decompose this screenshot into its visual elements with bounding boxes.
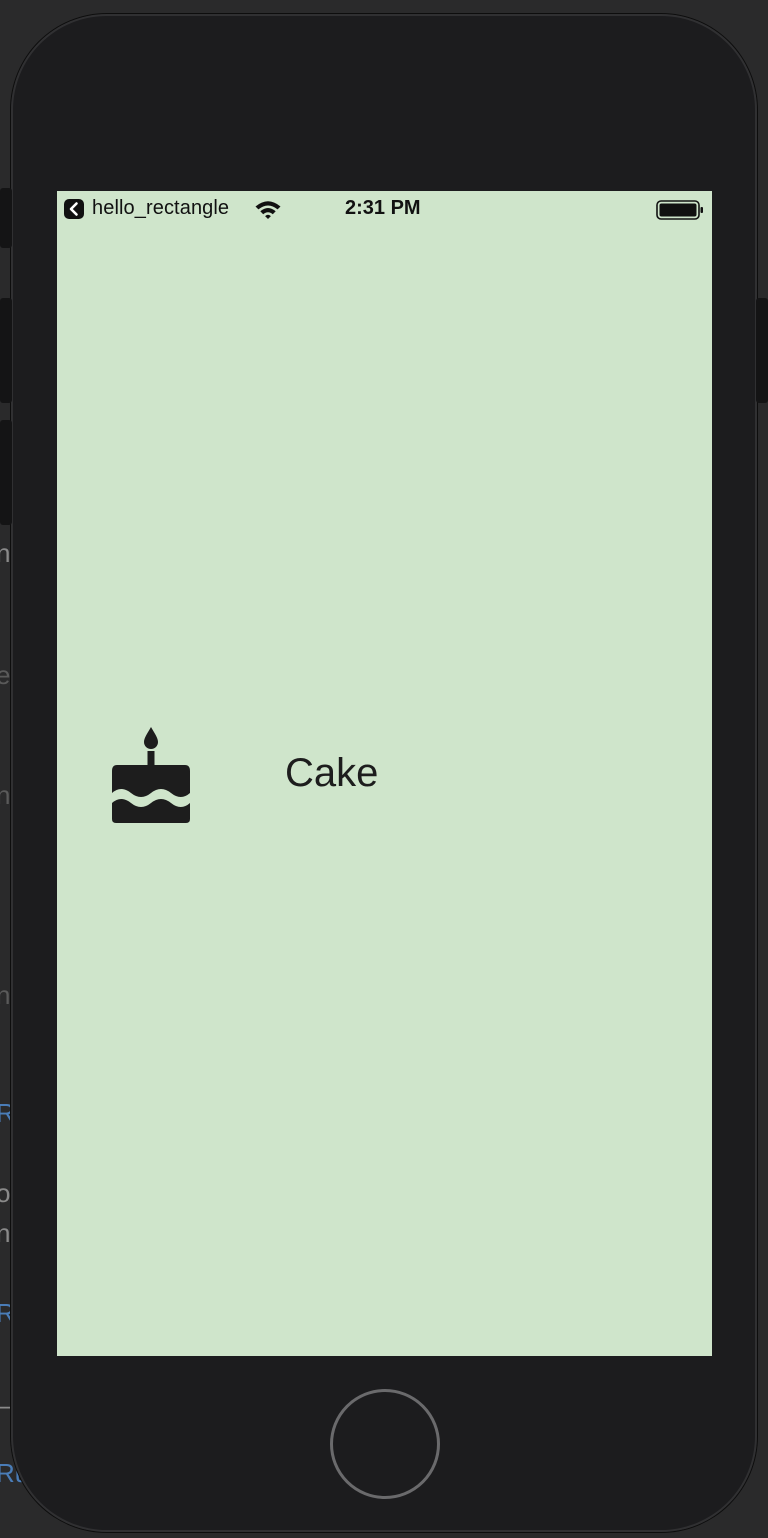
backdrop-edge-text: n [0, 780, 10, 810]
status-bar: hello_rectangle 2:31 PM [57, 191, 712, 229]
power-button [756, 298, 768, 403]
cake-icon [112, 727, 190, 823]
back-chevron-icon[interactable] [64, 199, 84, 219]
backdrop-edge-text: n [0, 980, 10, 1010]
app-screen: hello_rectangle 2:31 PM Cake [57, 191, 712, 1356]
backdrop-edge-text: o [0, 1178, 10, 1208]
battery-icon [656, 200, 703, 220]
backdrop-edge-text: n [0, 1218, 10, 1248]
home-button[interactable] [330, 1389, 440, 1499]
wifi-icon [255, 201, 281, 219]
mute-switch [0, 188, 12, 248]
volume-up-button [0, 298, 12, 403]
backdrop-edge-text: n [0, 538, 10, 568]
volume-down-button [0, 420, 12, 525]
backdrop-edge-text: e [0, 660, 10, 690]
list-item-label: Cake [285, 751, 379, 795]
backdrop-edge-text: R [0, 1098, 10, 1128]
status-time: 2:31 PM [345, 197, 421, 219]
backdrop-edge-text: R [0, 1298, 10, 1328]
backdrop-edge-text: – [0, 1390, 10, 1421]
back-to-app-label[interactable]: hello_rectangle [92, 197, 229, 220]
